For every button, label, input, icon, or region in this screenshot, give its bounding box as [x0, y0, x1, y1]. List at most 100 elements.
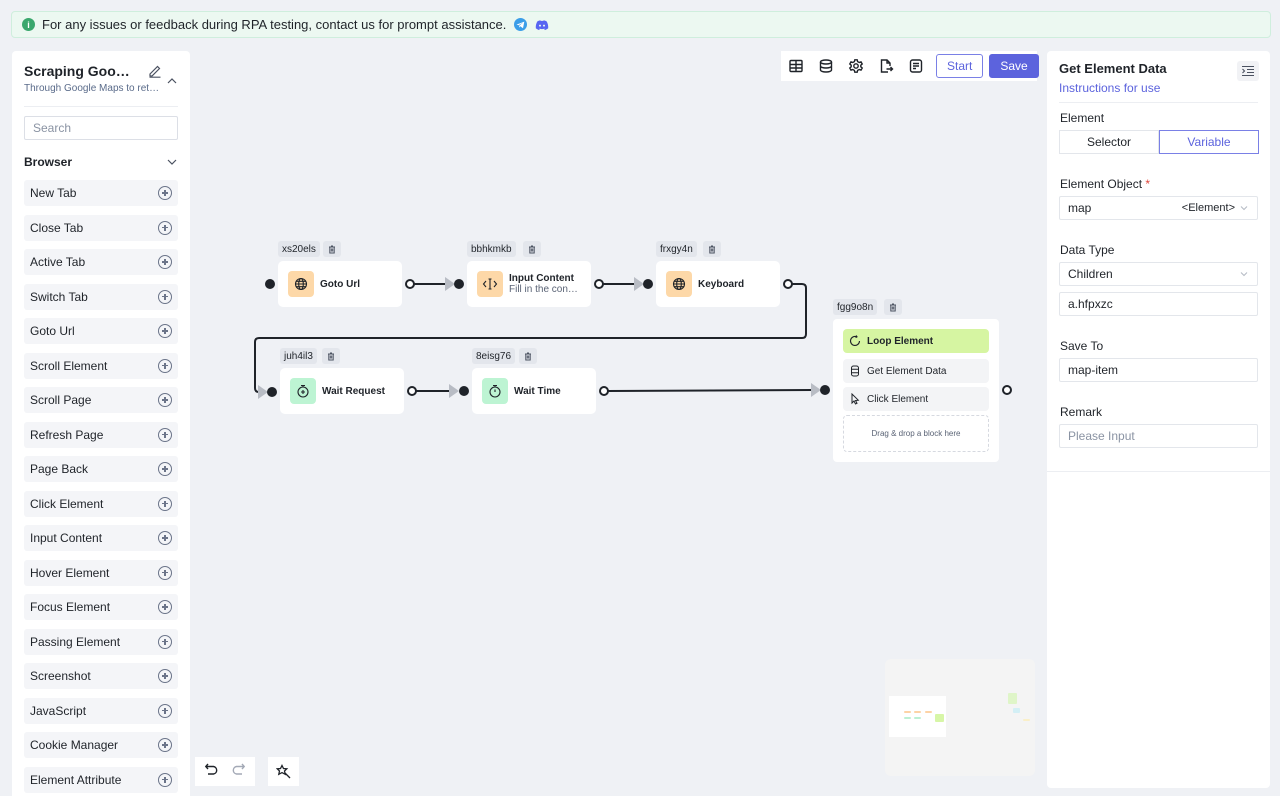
- table-icon[interactable]: [788, 58, 804, 74]
- block-item[interactable]: Focus Element: [24, 594, 178, 620]
- workflow-node[interactable]: Goto Url: [278, 261, 402, 307]
- chevron-down-icon: [1240, 272, 1248, 277]
- node-id-tag: juh4il3: [280, 348, 317, 364]
- block-item[interactable]: Click Element: [24, 490, 178, 517]
- chevron-up-icon[interactable]: [166, 73, 178, 84]
- add-circle-icon[interactable]: [158, 531, 172, 545]
- auto-arrange-button[interactable]: [268, 757, 299, 786]
- add-circle-icon[interactable]: [158, 669, 172, 683]
- add-circle-icon[interactable]: [158, 565, 172, 580]
- workflow-node[interactable]: Input Content Fill in the content: [467, 261, 591, 307]
- settings-icon[interactable]: [848, 58, 864, 74]
- add-circle-icon[interactable]: [158, 255, 172, 269]
- redo-icon[interactable]: [230, 761, 246, 782]
- edit-icon[interactable]: [148, 64, 162, 78]
- minimap-node: [914, 711, 921, 713]
- node-output-handle[interactable]: [407, 386, 417, 396]
- save-to-input[interactable]: [1059, 358, 1258, 382]
- add-circle-icon[interactable]: [158, 496, 172, 511]
- variable-option[interactable]: Variable: [1159, 130, 1259, 154]
- block-item[interactable]: Scroll Page: [24, 387, 178, 413]
- block-item[interactable]: Screenshot: [24, 663, 178, 689]
- add-circle-icon[interactable]: [158, 393, 172, 407]
- telegram-icon[interactable]: [514, 18, 528, 31]
- add-circle-icon[interactable]: [158, 220, 172, 235]
- element-type-tag: <Element>: [1181, 202, 1235, 214]
- chevron-down-icon: [167, 159, 177, 165]
- block-item[interactable]: Close Tab: [24, 214, 178, 241]
- database-icon[interactable]: [818, 58, 834, 74]
- save-button[interactable]: Save: [989, 54, 1039, 78]
- selector-input[interactable]: [1059, 292, 1258, 316]
- node-output-handle[interactable]: [594, 279, 604, 289]
- delete-node-button[interactable]: [703, 241, 721, 257]
- workflow-node[interactable]: Wait Time: [472, 368, 596, 414]
- node-input-handle[interactable]: [459, 386, 469, 396]
- delete-node-button[interactable]: [322, 348, 340, 364]
- delete-node-button[interactable]: [323, 241, 341, 257]
- delete-node-button[interactable]: [519, 348, 537, 364]
- undo-icon[interactable]: [204, 761, 220, 782]
- loop-element-header[interactable]: Loop Element: [843, 329, 989, 353]
- block-item-label: Switch Tab: [30, 289, 88, 304]
- block-item[interactable]: New Tab: [24, 180, 178, 206]
- loop-child-block[interactable]: Click Element: [843, 387, 989, 411]
- block-item[interactable]: JavaScript: [24, 697, 178, 724]
- node-input-handle[interactable]: [267, 387, 277, 397]
- node-id-tag: bbhkmkb: [467, 241, 516, 257]
- node-input-handle[interactable]: [820, 385, 830, 395]
- data-type-select[interactable]: Children: [1059, 262, 1258, 286]
- block-item[interactable]: Cookie Manager: [24, 732, 178, 758]
- block-item[interactable]: Active Tab: [24, 249, 178, 275]
- node-output-handle[interactable]: [1002, 385, 1012, 395]
- add-circle-icon[interactable]: [158, 427, 172, 442]
- node-input-handle[interactable]: [643, 279, 653, 289]
- loop-child-block[interactable]: Get Element Data: [843, 359, 989, 383]
- block-item[interactable]: Input Content: [24, 525, 178, 551]
- delete-node-button[interactable]: [523, 241, 541, 257]
- block-item[interactable]: Page Back: [24, 456, 178, 482]
- group-header-browser[interactable]: Browser: [24, 155, 178, 169]
- add-circle-icon[interactable]: [158, 358, 172, 373]
- add-circle-icon[interactable]: [158, 738, 172, 752]
- block-item[interactable]: Hover Element: [24, 559, 178, 586]
- node-input-handle[interactable]: [265, 279, 275, 289]
- element-object-select[interactable]: map <Element>: [1059, 196, 1258, 220]
- add-circle-icon[interactable]: [158, 772, 172, 787]
- remark-input[interactable]: [1059, 424, 1258, 448]
- block-item[interactable]: Scroll Element: [24, 352, 178, 379]
- node-description: Fill in the content: [509, 284, 579, 295]
- block-item[interactable]: Goto Url: [24, 318, 178, 344]
- block-item[interactable]: Switch Tab: [24, 283, 178, 310]
- add-circle-icon[interactable]: [158, 462, 172, 476]
- add-circle-icon[interactable]: [158, 634, 172, 649]
- node-output-handle[interactable]: [783, 279, 793, 289]
- export-icon[interactable]: [878, 58, 894, 74]
- drop-zone[interactable]: Drag & drop a block here: [843, 415, 989, 452]
- delete-node-button[interactable]: [884, 299, 902, 315]
- add-circle-icon[interactable]: [158, 703, 172, 718]
- add-circle-icon[interactable]: [158, 289, 172, 304]
- workflow-node[interactable]: Wait Request: [280, 368, 404, 414]
- minimap[interactable]: [885, 659, 1035, 776]
- notes-icon[interactable]: [908, 58, 924, 74]
- search-input[interactable]: [24, 116, 178, 140]
- selector-option[interactable]: Selector: [1059, 130, 1159, 154]
- collapse-panel-button[interactable]: [1237, 61, 1259, 81]
- discord-icon[interactable]: [535, 19, 549, 31]
- block-item[interactable]: Refresh Page: [24, 421, 178, 448]
- loop-element-block[interactable]: Loop Element Get Element Data Click Elem…: [833, 319, 999, 462]
- add-circle-icon[interactable]: [158, 600, 172, 614]
- instructions-link[interactable]: Instructions for use: [1059, 81, 1160, 95]
- start-button[interactable]: Start: [936, 54, 984, 78]
- add-circle-icon[interactable]: [158, 324, 172, 338]
- node-output-handle[interactable]: [599, 386, 609, 396]
- add-circle-icon[interactable]: [158, 186, 172, 200]
- block-item[interactable]: Passing Element: [24, 628, 178, 655]
- divider: [24, 106, 178, 107]
- element-object-label-text: Element Object: [1060, 177, 1143, 191]
- workflow-node[interactable]: Keyboard: [656, 261, 780, 307]
- node-output-handle[interactable]: [405, 279, 415, 289]
- node-input-handle[interactable]: [454, 279, 464, 289]
- block-item[interactable]: Element Attribute: [24, 766, 178, 793]
